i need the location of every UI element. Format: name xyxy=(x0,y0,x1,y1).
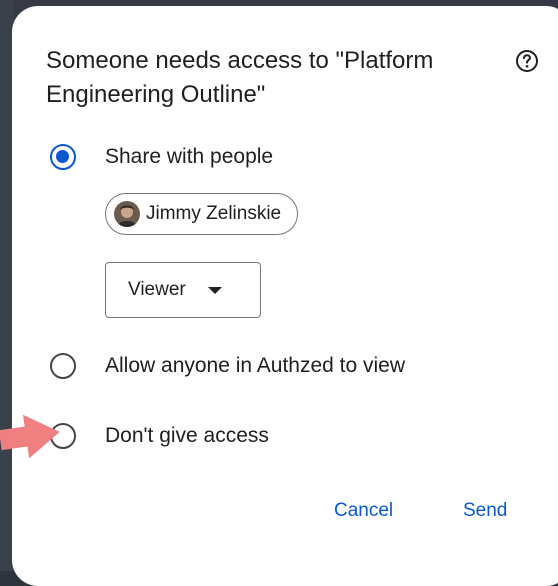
user-avatar xyxy=(114,201,140,227)
allow-domain-label[interactable]: Allow anyone in Authzed to view xyxy=(105,353,405,379)
cancel-button[interactable]: Cancel xyxy=(334,496,393,526)
role-selected-value: Viewer xyxy=(128,279,186,300)
dropdown-caret-icon xyxy=(207,286,222,294)
role-dropdown[interactable]: Viewer xyxy=(105,262,261,318)
recipient-chip[interactable]: Jimmy Zelinskie xyxy=(105,193,299,235)
send-button[interactable]: Send xyxy=(463,496,507,526)
no-access-label[interactable]: Don't give access xyxy=(105,423,269,449)
annotation-arrow-icon xyxy=(0,412,62,462)
share-with-people-radio[interactable] xyxy=(50,144,76,170)
help-circle-icon[interactable] xyxy=(514,48,540,74)
allow-domain-radio[interactable] xyxy=(50,353,76,379)
recipient-name: Jimmy Zelinskie xyxy=(146,203,282,224)
share-with-people-label[interactable]: Share with people xyxy=(105,144,273,170)
dialog-title: Someone needs access to "Platform Engine… xyxy=(46,47,434,108)
share-access-dialog: Someone needs access to "Platform Engine… xyxy=(12,6,558,586)
